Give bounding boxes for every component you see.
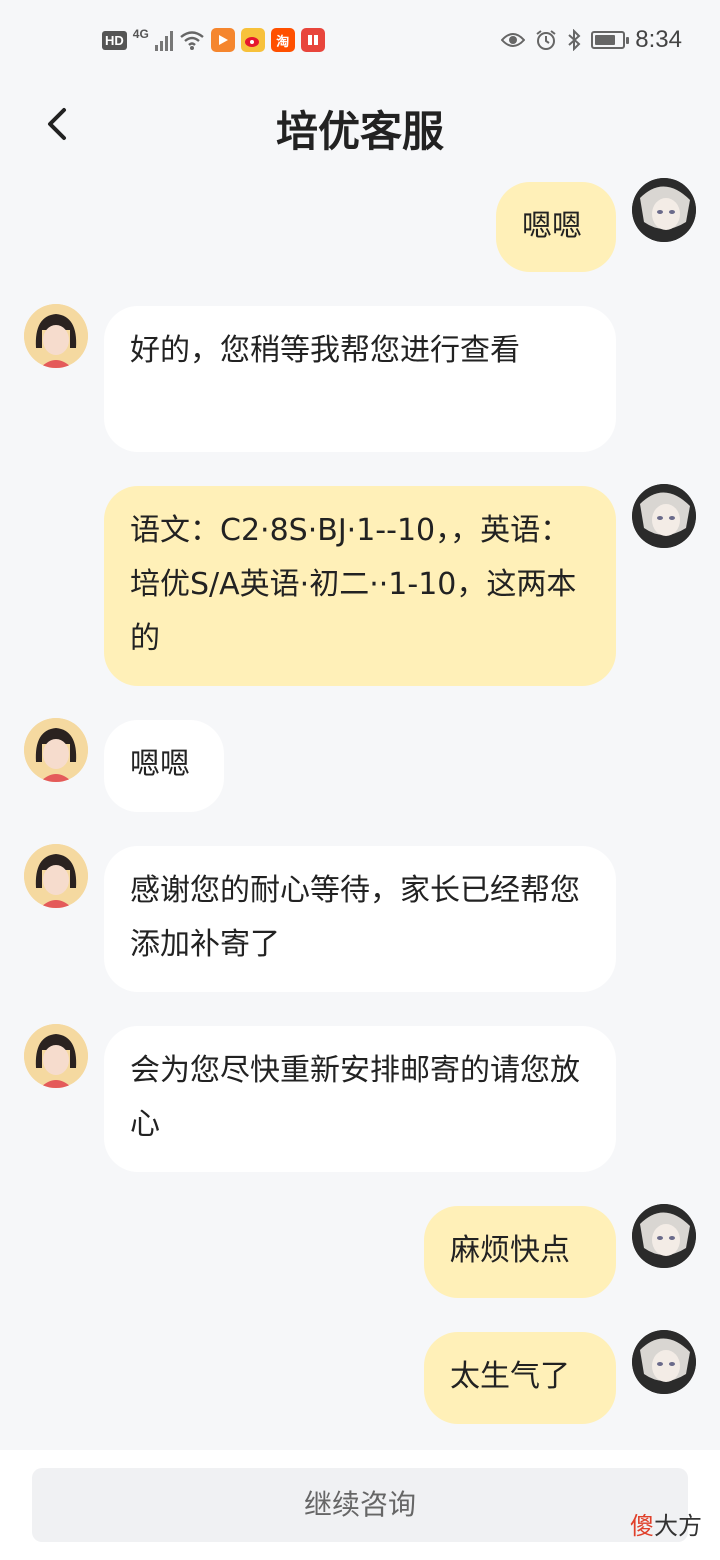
signal-icon — [154, 29, 173, 51]
my-avatar[interactable] — [632, 484, 696, 548]
status-right: 8:34 — [501, 26, 682, 54]
agent-avatar[interactable] — [24, 844, 88, 908]
weibo-app-icon — [240, 28, 265, 52]
eye-icon — [501, 33, 526, 47]
status-bar: HD 4G 淘 8:34 — [0, 0, 720, 84]
watermark: 傻大方 — [630, 1506, 702, 1541]
my-avatar[interactable] — [632, 1330, 696, 1394]
message-bubble-mine[interactable]: 太生气了 — [424, 1332, 616, 1424]
alarm-icon — [536, 30, 556, 50]
message-bubble-agent[interactable]: 感谢您的耐心等待，家长已经帮您添加补寄了 — [104, 846, 616, 992]
wifi-icon — [180, 31, 204, 50]
my-avatar[interactable] — [632, 178, 696, 242]
network-type: 4G — [132, 27, 149, 41]
reader-app-icon — [300, 28, 325, 52]
message-bubble-mine[interactable]: 语文：C2·8S·BJ·1--10，，英语：培优S/A英语·初二··1-10，这… — [104, 486, 616, 686]
bluetooth-icon — [568, 29, 581, 51]
taobao-app-icon: 淘 — [270, 28, 295, 52]
message-bubble-mine[interactable]: 嗯嗯 — [496, 182, 616, 272]
my-avatar[interactable] — [632, 1204, 696, 1268]
battery-icon — [591, 31, 630, 49]
chat-header: 培优客服 — [0, 84, 720, 174]
hd-badge: HD — [102, 30, 127, 50]
agent-avatar[interactable] — [24, 718, 88, 782]
message-bubble-agent[interactable]: 会为您尽快重新安排邮寄的请您放心 — [104, 1026, 616, 1172]
continue-consult-button[interactable]: 继续咨询 — [32, 1468, 688, 1542]
message-bubble-agent[interactable]: 好的，您稍等我帮您进行查看 — [104, 306, 616, 452]
message-bubble-mine[interactable]: 麻烦快点 — [424, 1206, 616, 1298]
watermark-text: 大方 — [654, 1512, 702, 1540]
watermark-char: 傻 — [630, 1512, 654, 1540]
message-bubble-agent[interactable]: 嗯嗯 — [104, 720, 224, 812]
status-left: HD 4G 淘 — [102, 27, 325, 52]
bottom-bar: 继续咨询 — [0, 1450, 720, 1560]
agent-avatar[interactable] — [24, 304, 88, 368]
agent-avatar[interactable] — [24, 1024, 88, 1088]
clock-time: 8:34 — [635, 26, 682, 53]
page-title: 培优客服 — [275, 107, 444, 156]
video-app-icon — [210, 28, 235, 52]
